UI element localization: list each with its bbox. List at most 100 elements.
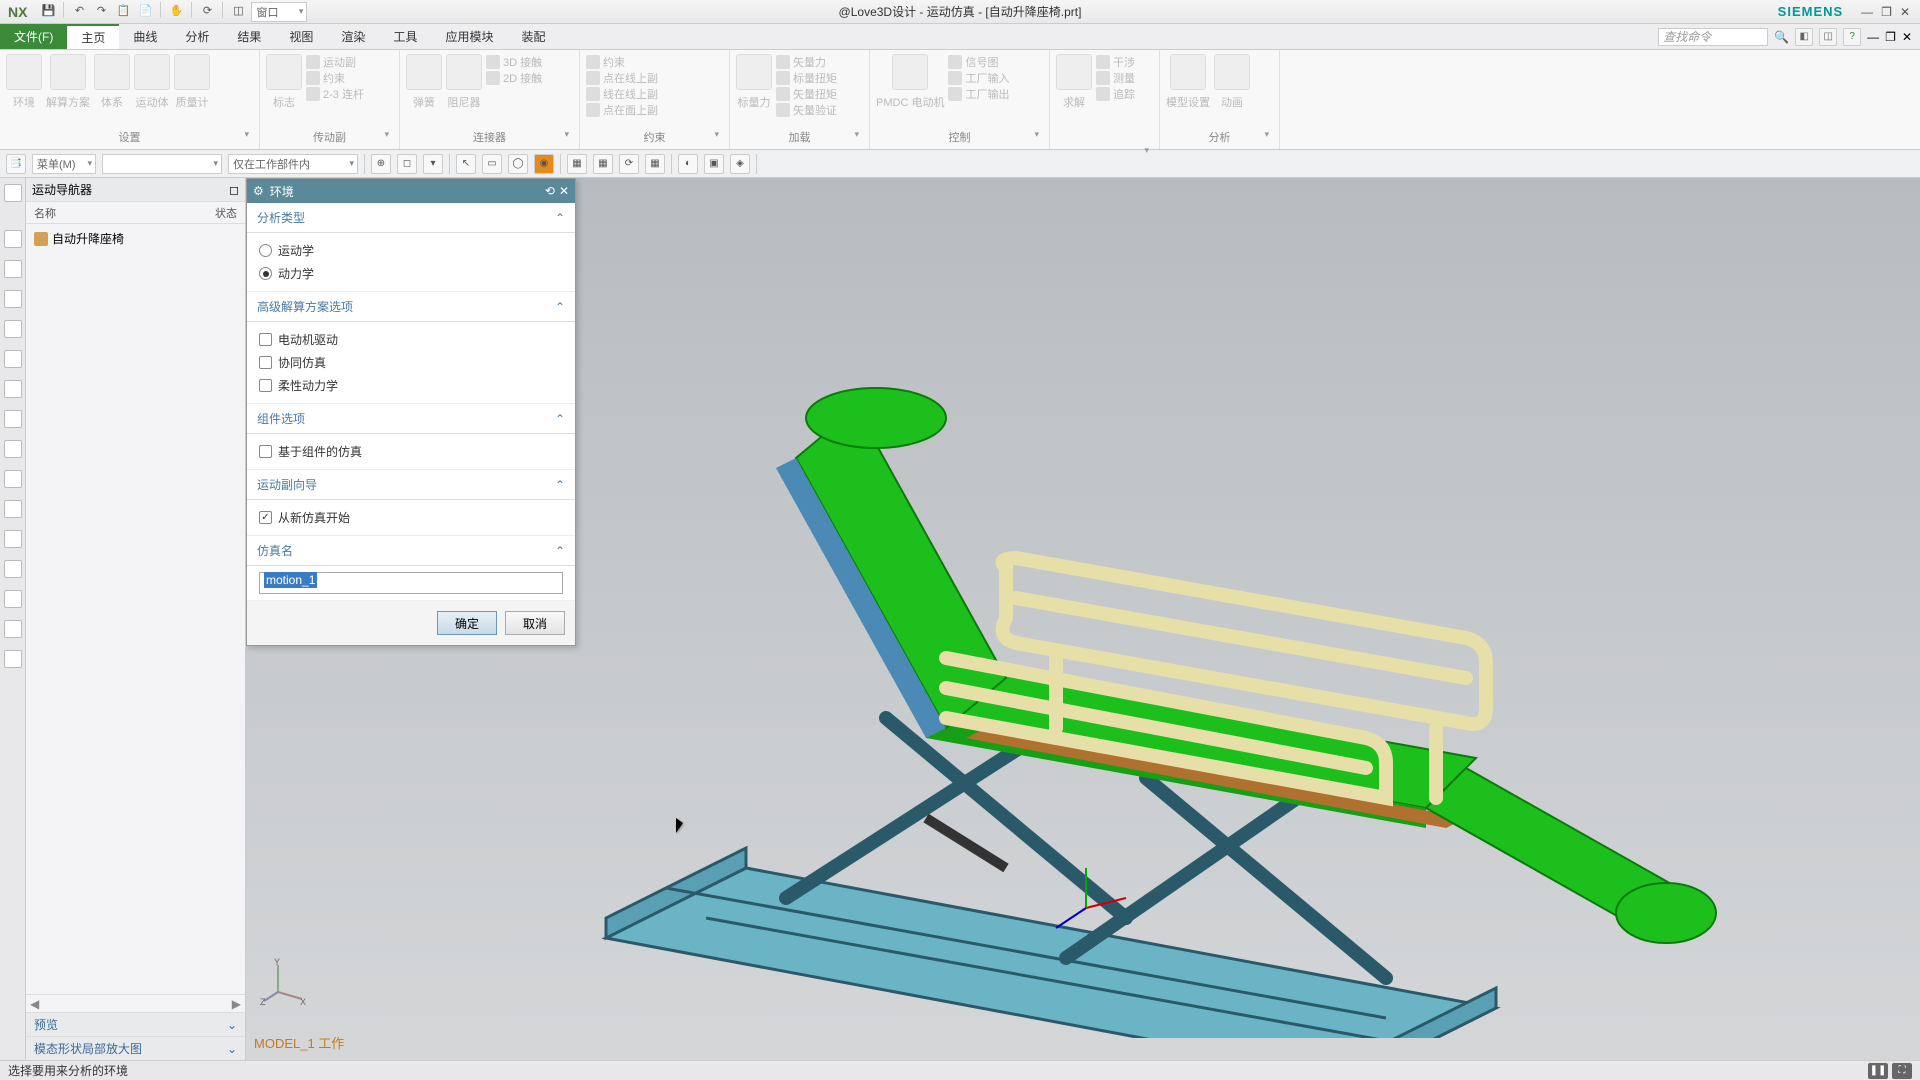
search-icon[interactable]: 🔍 <box>1774 30 1789 44</box>
tb2-btn-5[interactable]: ▭ <box>482 154 502 174</box>
child-close-icon[interactable]: ✕ <box>1902 30 1912 44</box>
tab-results[interactable]: 结果 <box>223 24 275 49</box>
dialog-title: 环境 <box>270 183 294 200</box>
menu-button[interactable]: 📑 <box>6 154 26 174</box>
ribbon-group-load: 加载 <box>736 127 863 147</box>
save-icon[interactable]: 💾 <box>39 2 57 20</box>
lb-icon-14[interactable] <box>4 620 22 638</box>
tab-analysis[interactable]: 分析 <box>171 24 223 49</box>
ribbon-group-joint: 传动副 <box>266 127 393 147</box>
tree-root[interactable]: 自动升降座椅 <box>34 228 237 249</box>
sb-pause-icon[interactable]: ❚❚ <box>1868 1063 1888 1079</box>
chevron-down-icon: ⌄ <box>227 1042 237 1056</box>
ribbon-group-solve <box>1056 143 1153 147</box>
tb2-btn-14[interactable]: ◈ <box>730 154 750 174</box>
tb2-btn-9[interactable]: ▦ <box>593 154 613 174</box>
window-title: @Love3D设计 - 运动仿真 - [自动升降座椅.prt] <box>839 3 1082 20</box>
child-minimize-icon[interactable]: — <box>1867 30 1879 44</box>
nav-col-name[interactable]: 名称 <box>34 205 56 221</box>
ribbon-group-connector: 连接器 <box>406 127 573 147</box>
tab-assembly[interactable]: 装配 <box>507 24 559 49</box>
redo-icon[interactable]: ↷ <box>92 2 110 20</box>
lb-icon-13[interactable] <box>4 590 22 608</box>
chevron-down-icon: ⌄ <box>227 1018 237 1032</box>
nx-logo: NX <box>0 4 35 20</box>
tb2-btn-13[interactable]: ▣ <box>704 154 724 174</box>
tab-home[interactable]: 主页 <box>67 24 119 49</box>
lb-icon-1[interactable] <box>4 230 22 248</box>
sb-full-icon[interactable]: ⛶ <box>1892 1063 1912 1079</box>
tb2-btn-7[interactable]: ◉ <box>534 154 554 174</box>
3d-viewport[interactable]: ⚙ 环境 ⟲ ✕ 分析类型⌃ 运动学 动力学 高级解算方案选项⌃ 电动机驱动 协… <box>246 178 1920 1060</box>
scroll-left-icon[interactable]: ◀ <box>30 997 39 1011</box>
tb2-btn-12[interactable]: ◐ <box>678 154 698 174</box>
undo-icon[interactable]: ↶ <box>70 2 88 20</box>
svg-text:X: X <box>300 997 306 1007</box>
left-resource-bar <box>0 178 26 1060</box>
tab-tools[interactable]: 工具 <box>379 24 431 49</box>
ribbon-group-analysis: 分析 <box>1166 127 1273 147</box>
copy-icon[interactable]: 📋 <box>114 2 132 20</box>
svg-text:Z: Z <box>260 997 266 1007</box>
minimize-icon[interactable]: — <box>1861 5 1873 19</box>
tb2-btn-6[interactable]: ◯ <box>508 154 528 174</box>
menu-combo[interactable]: 菜单(M) <box>32 154 96 174</box>
tb2-btn-1[interactable]: ⊕ <box>371 154 391 174</box>
lb-icon-9[interactable] <box>4 470 22 488</box>
tb2-btn-2[interactable]: ◻ <box>397 154 417 174</box>
nav-mode[interactable]: 模态形状局部放大图⌄ <box>26 1036 245 1060</box>
child-restore-icon[interactable]: ❐ <box>1885 30 1896 44</box>
touch-icon[interactable]: ✋ <box>167 2 185 20</box>
menu-bar: 文件(F) 主页 曲线 分析 结果 视图 渲染 工具 应用模块 装配 查找命令 … <box>0 24 1920 50</box>
dialog-gear-icon: ⚙ <box>253 184 264 198</box>
refresh-icon[interactable]: ⟳ <box>198 2 216 20</box>
nav-col-status[interactable]: 状态 <box>215 205 237 221</box>
lb-icon-2[interactable] <box>4 260 22 278</box>
tb2-btn-3[interactable]: ▾ <box>423 154 443 174</box>
dialog-reset-icon[interactable]: ⟲ <box>545 184 555 198</box>
tb2-btn-4[interactable]: ↖ <box>456 154 476 174</box>
lb-icon-12[interactable] <box>4 560 22 578</box>
lb-icon-7[interactable] <box>4 410 22 428</box>
close-icon[interactable]: ✕ <box>1900 5 1910 19</box>
lb-icon-15[interactable] <box>4 650 22 668</box>
lb-icon-8[interactable] <box>4 440 22 458</box>
lb-icon-3[interactable] <box>4 290 22 308</box>
3d-model <box>406 218 1806 1038</box>
icon-btn-2[interactable]: ◫ <box>1819 28 1837 46</box>
tab-curve[interactable]: 曲线 <box>119 24 171 49</box>
title-bar: NX 💾 ↶ ↷ 📋 📄 ✋ ⟳ ◫ 窗口 @Love3D设计 - 运动仿真 -… <box>0 0 1920 24</box>
lb-icon-4[interactable] <box>4 320 22 338</box>
file-menu[interactable]: 文件(F) <box>0 24 67 49</box>
command-search[interactable]: 查找命令 <box>1658 28 1768 46</box>
lb-icon-11[interactable] <box>4 530 22 548</box>
tb2-btn-8[interactable]: ▦ <box>567 154 587 174</box>
model-label: MODEL_1 工作 <box>254 1033 344 1052</box>
tab-render[interactable]: 渲染 <box>327 24 379 49</box>
filter-combo[interactable] <box>102 154 222 174</box>
ribbon: 环境 解算方案 体系 运动体 质量计 设置 标志 运动副 约束 2-3 连杆 传… <box>0 50 1920 150</box>
tb2-btn-10[interactable]: ⟳ <box>619 154 639 174</box>
scope-combo[interactable]: 仅在工作部件内 <box>228 154 358 174</box>
lb-icon-6[interactable] <box>4 380 22 398</box>
status-bar: 选择要用来分析的环境 ❚❚ ⛶ <box>0 1060 1920 1080</box>
tab-appmodule[interactable]: 应用模块 <box>431 24 507 49</box>
assembly-icon <box>34 232 48 246</box>
status-text: 选择要用来分析的环境 <box>8 1062 128 1079</box>
tb2-btn-11[interactable]: ▦ <box>645 154 665 174</box>
lb-icon-10[interactable] <box>4 500 22 518</box>
lb-gear-icon[interactable] <box>4 184 22 202</box>
dialog-close-icon[interactable]: ✕ <box>559 184 569 198</box>
paste-icon[interactable]: 📄 <box>136 2 154 20</box>
window-dropdown[interactable]: 窗口 <box>251 2 307 22</box>
window-icon[interactable]: ◫ <box>229 2 247 20</box>
tab-view[interactable]: 视图 <box>275 24 327 49</box>
svg-text:Y: Y <box>274 957 280 967</box>
navigator-dock-icon[interactable]: ◻ <box>229 183 239 197</box>
icon-btn-1[interactable]: ◧ <box>1795 28 1813 46</box>
help-icon[interactable]: ? <box>1843 28 1861 46</box>
nav-preview[interactable]: 预览⌄ <box>26 1012 245 1036</box>
scroll-right-icon[interactable]: ▶ <box>232 997 241 1011</box>
lb-icon-5[interactable] <box>4 350 22 368</box>
restore-icon[interactable]: ❐ <box>1881 5 1892 19</box>
